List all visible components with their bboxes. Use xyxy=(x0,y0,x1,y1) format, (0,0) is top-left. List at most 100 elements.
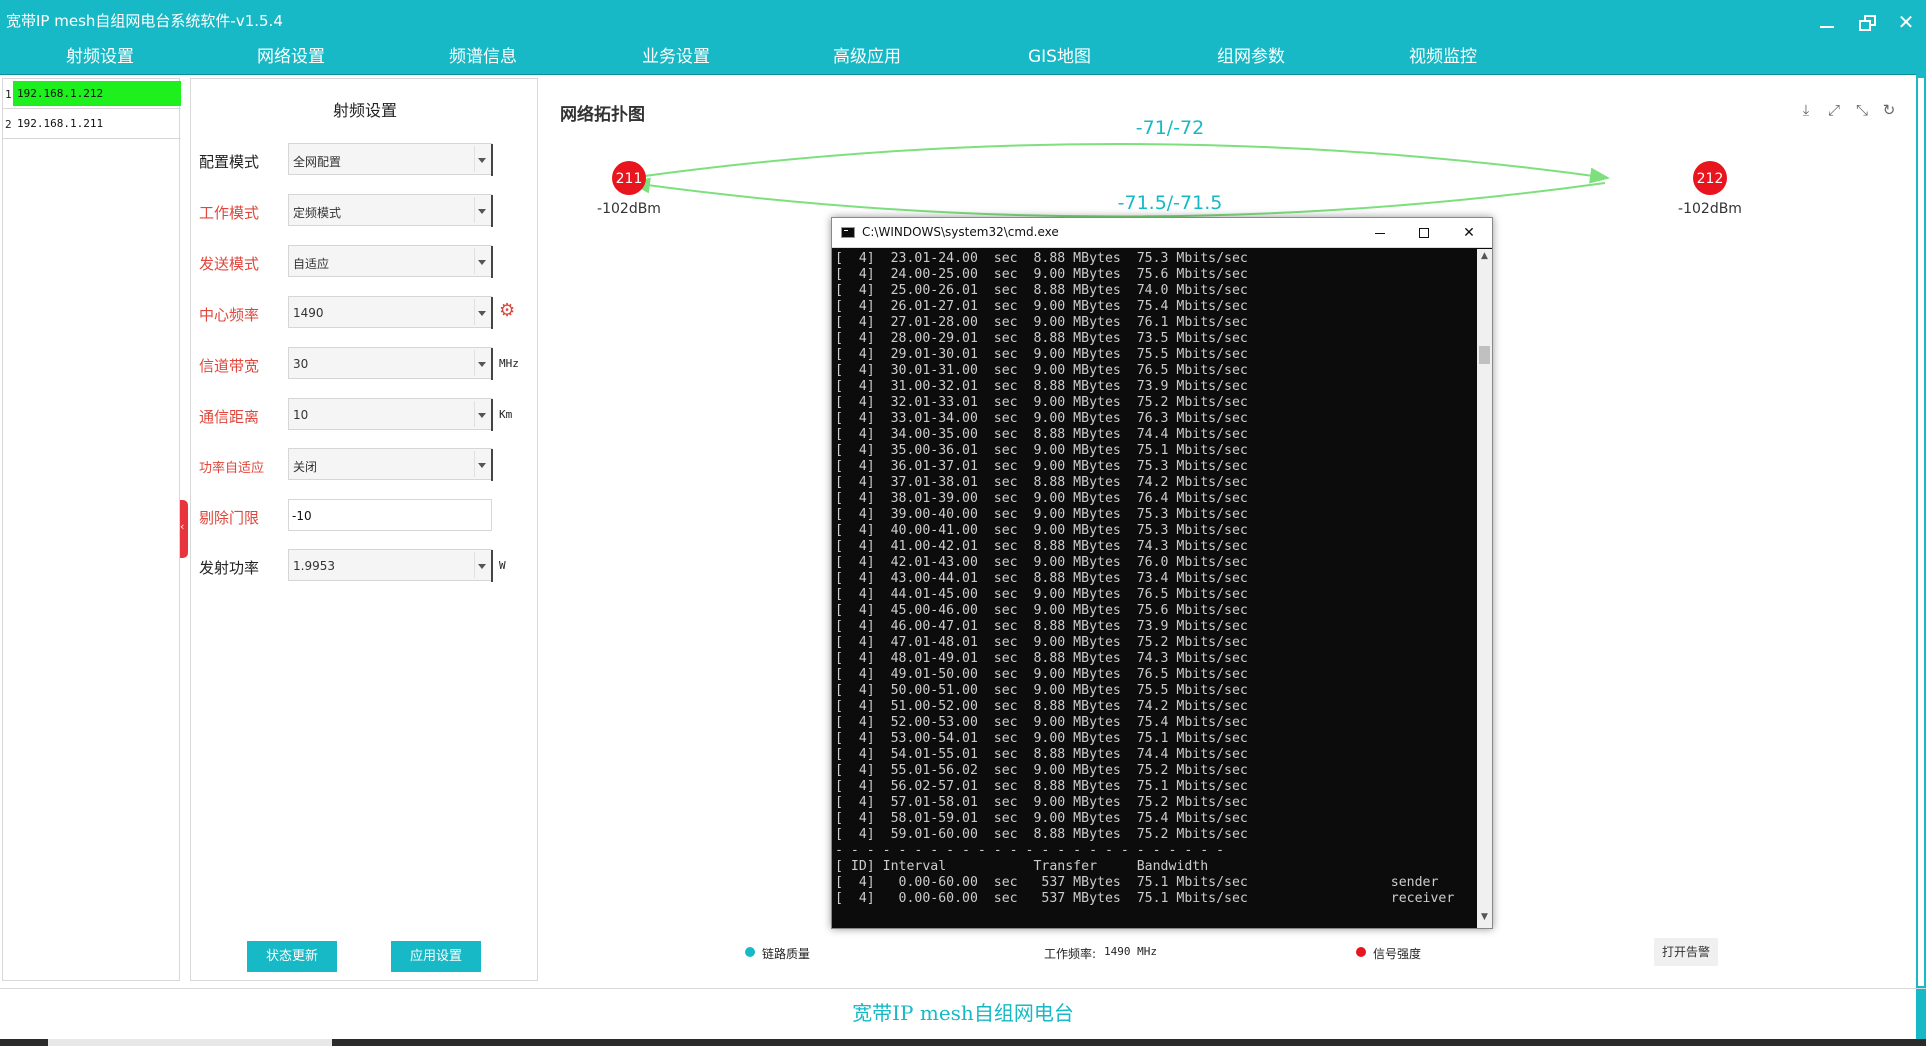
cmd-line: [ 4] 0.00-60.00 sec 537 MBytes 75.1 Mbit… xyxy=(835,875,1439,890)
open-alarm-button[interactable]: 打开告警 xyxy=(1654,938,1718,966)
device-ip[interactable]: 192.168.1.211 xyxy=(13,111,181,136)
cmd-title: C:\WINDOWS\system32\cmd.exe xyxy=(862,225,1059,239)
cmd-line: [ 4] 57.01-58.01 sec 9.00 MBytes 75.2 Mb… xyxy=(835,795,1248,810)
config-mode-label: 配置模式 xyxy=(199,153,260,171)
chevron-down-icon xyxy=(474,146,488,172)
menu-advanced[interactable]: 高级应用 xyxy=(833,42,901,67)
work-mode-value: 定频模式 xyxy=(293,206,342,220)
menu-gis-map[interactable]: GIS地图 xyxy=(1028,42,1091,67)
menu-spectrum-info[interactable]: 频谱信息 xyxy=(449,42,517,67)
work-frequency-value: 1490 MHz xyxy=(1104,945,1157,958)
node-212-label: 212 xyxy=(1697,171,1724,187)
footer-divider xyxy=(0,988,1926,989)
center-freq-value: 1490 xyxy=(293,306,324,320)
cmd-line: [ 4] 58.01-59.01 sec 9.00 MBytes 75.4 Mb… xyxy=(835,811,1248,826)
cmd-line: [ 4] 53.00-54.01 sec 9.00 MBytes 75.1 Mb… xyxy=(835,731,1248,746)
cmd-line: [ 4] 24.00-25.00 sec 9.00 MBytes 75.6 Mb… xyxy=(835,267,1248,282)
chevron-down-icon xyxy=(474,299,488,325)
cmd-line: [ 4] 32.01-33.01 sec 9.00 MBytes 75.2 Mb… xyxy=(835,395,1248,410)
chevron-up-icon[interactable]: ▲ xyxy=(1477,251,1492,265)
panel-collapse-toggle[interactable]: ‹ xyxy=(180,500,188,558)
cmd-line: [ 4] 44.01-45.00 sec 9.00 MBytes 76.5 Mb… xyxy=(835,587,1248,602)
cmd-line: [ 4] 28.00-29.01 sec 8.88 MBytes 73.5 Mb… xyxy=(835,331,1248,346)
reject-threshold-row: 剔除门限 -10 xyxy=(191,497,539,533)
device-index: 2 xyxy=(5,118,12,131)
send-mode-select[interactable]: 自适应 xyxy=(288,245,493,278)
cmd-maximize-button[interactable] xyxy=(1402,218,1446,248)
reject-threshold-input[interactable]: -10 xyxy=(288,499,492,531)
work-mode-label: 工作模式 xyxy=(199,204,260,222)
power-adaptive-value: 关闭 xyxy=(293,460,318,474)
center-freq-select[interactable]: 1490 xyxy=(288,296,493,329)
restore-button[interactable] xyxy=(1852,8,1880,36)
cmd-output[interactable]: [ 4] 23.01-24.00 sec 8.88 MBytes 75.3 Mb… xyxy=(832,249,1477,928)
tx-power-label: 发射功率 xyxy=(199,559,260,577)
right-border xyxy=(1916,0,1926,1046)
apply-settings-button[interactable]: 应用设置 xyxy=(391,941,481,972)
menu-video-monitor[interactable]: 视频监控 xyxy=(1409,42,1477,67)
device-row[interactable]: 1 192.168.1.212 xyxy=(3,79,181,109)
tx-power-select[interactable]: 1.9953 xyxy=(288,549,493,582)
cmd-line: [ 4] 0.00-60.00 sec 537 MBytes 75.1 Mbit… xyxy=(835,891,1455,906)
device-row[interactable]: 2 192.168.1.211 xyxy=(3,109,181,139)
menu-bar: 射频设置 网络设置 频谱信息 业务设置 高级应用 GIS地图 组网参数 视频监控 xyxy=(0,38,1926,74)
cmd-close-button[interactable]: ✕ xyxy=(1447,218,1491,248)
collapse-icon[interactable]: ⤡ xyxy=(1853,101,1871,119)
bandwidth-select[interactable]: 30 xyxy=(288,347,493,380)
select-edge xyxy=(491,195,493,227)
taskbar-item[interactable] xyxy=(48,1039,332,1046)
chevron-down-icon xyxy=(474,451,488,477)
fullscreen-icon[interactable]: ⤢ xyxy=(1825,101,1843,119)
right-scroll-track[interactable] xyxy=(1918,78,1924,986)
cmd-line: [ 4] 26.01-27.01 sec 9.00 MBytes 75.4 Mb… xyxy=(835,299,1248,314)
minimize-button[interactable] xyxy=(1812,8,1840,36)
chevron-down-icon[interactable]: ▼ xyxy=(1477,912,1492,926)
device-ip[interactable]: 192.168.1.212 xyxy=(13,81,181,106)
download-icon[interactable]: ⤓ xyxy=(1797,101,1815,119)
cmd-line: [ 4] 43.00-44.01 sec 8.88 MBytes 73.4 Mb… xyxy=(835,571,1248,586)
cmd-scrollbar[interactable]: ▲ ▼ xyxy=(1477,249,1492,928)
send-mode-value: 自适应 xyxy=(293,257,330,271)
select-edge xyxy=(491,348,493,380)
menu-service-settings[interactable]: 业务设置 xyxy=(642,42,710,67)
cmd-line: [ 4] 59.01-60.00 sec 8.88 MBytes 75.2 Mb… xyxy=(835,827,1248,842)
send-mode-row: 发送模式 自适应 xyxy=(191,243,539,279)
close-icon: ✕ xyxy=(1897,10,1915,34)
link-quality-dot xyxy=(745,947,755,957)
menu-rf-settings[interactable]: 射频设置 xyxy=(66,42,134,67)
distance-select[interactable]: 10 xyxy=(288,398,493,431)
power-adaptive-select[interactable]: 关闭 xyxy=(288,448,493,481)
gear-icon[interactable]: ⚙ xyxy=(499,302,517,320)
work-mode-select[interactable]: 定频模式 xyxy=(288,194,493,227)
menu-network-settings[interactable]: 网络设置 xyxy=(257,42,325,67)
cmd-title-bar[interactable]: C:\WINDOWS\system32\cmd.exe ✕ xyxy=(832,218,1492,248)
chevron-left-icon: ‹ xyxy=(180,520,185,533)
cmd-minimize-button[interactable] xyxy=(1357,218,1401,248)
cmd-line: [ 4] 31.00-32.01 sec 8.88 MBytes 73.9 Mb… xyxy=(835,379,1248,394)
power-adaptive-row: 功率自适应 关闭 xyxy=(191,446,539,482)
refresh-icon[interactable]: ↻ xyxy=(1880,101,1898,119)
cmd-line: [ 4] 56.02-57.01 sec 8.88 MBytes 75.1 Mb… xyxy=(835,779,1248,794)
status-update-button[interactable]: 状态更新 xyxy=(247,941,337,972)
cmd-line: [ 4] 27.01-28.00 sec 9.00 MBytes 76.1 Mb… xyxy=(835,315,1248,330)
menu-divider xyxy=(0,74,1926,75)
cmd-line: [ 4] 40.00-41.00 sec 9.00 MBytes 75.3 Mb… xyxy=(835,523,1248,538)
bandwidth-row: 信道带宽 30 MHz xyxy=(191,345,539,381)
chevron-down-icon xyxy=(474,197,488,223)
tx-power-value: 1.9953 xyxy=(293,559,335,573)
cmd-scroll-thumb[interactable] xyxy=(1479,346,1490,364)
footer-brand: 宽带IP mesh自组网电台 xyxy=(852,1001,1074,1025)
app-title: 宽带IP mesh自组网电台系统软件-v1.5.4 xyxy=(6,12,283,30)
distance-value: 10 xyxy=(293,408,309,422)
cmd-line: [ 4] 25.00-26.01 sec 8.88 MBytes 74.0 Mb… xyxy=(835,283,1248,298)
menu-mesh-params[interactable]: 组网参数 xyxy=(1217,42,1285,67)
link-line-top xyxy=(629,143,1610,184)
cmd-line: - - - - - - - - - - - - - - - - - - - - … xyxy=(835,843,1225,858)
config-mode-row: 配置模式 全网配置 xyxy=(191,141,539,177)
title-bar: 宽带IP mesh自组网电台系统软件-v1.5.4 ✕ 射频设置 网络设置 频谱… xyxy=(0,0,1926,75)
cmd-line: [ 4] 47.01-48.01 sec 9.00 MBytes 75.2 Mb… xyxy=(835,635,1248,650)
center-freq-label: 中心频率 xyxy=(199,306,260,324)
topology-graph: -71/-72 -71.5/-71.5 211 -102dBm 212 -102… xyxy=(597,117,1742,218)
config-mode-select[interactable]: 全网配置 xyxy=(288,143,493,176)
distance-unit: Km xyxy=(499,408,513,421)
